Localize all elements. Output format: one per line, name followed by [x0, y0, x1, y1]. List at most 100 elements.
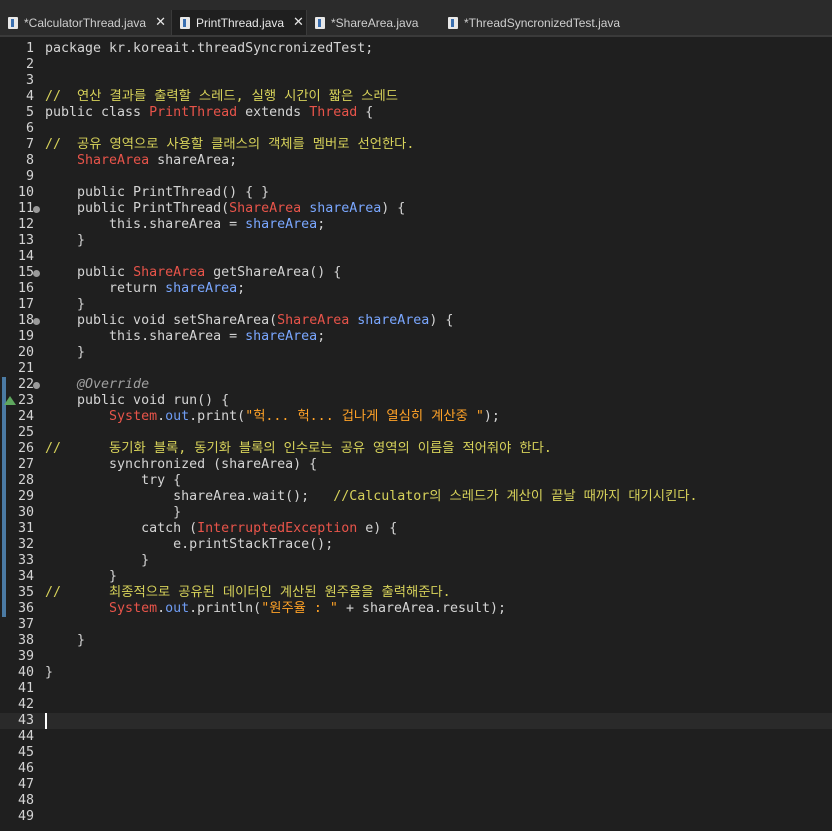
code-line-2: 2 [0, 57, 832, 73]
line-number: 39 [17, 649, 34, 664]
line-number: 47 [17, 777, 34, 792]
code-line-39: 39 [0, 649, 832, 665]
fold-toggle-icon[interactable] [33, 318, 40, 325]
tab-calculator-thread[interactable]: *CalculatorThread.java ✕ [0, 10, 171, 35]
java-file-icon [315, 16, 325, 29]
line-number: 42 [17, 697, 34, 712]
line-number: 31 [17, 521, 34, 536]
tab-label: *CalculatorThread.java [24, 15, 147, 30]
line-number: 15 [17, 265, 34, 280]
line-number: 33 [17, 553, 34, 568]
line-number: 11 [17, 201, 34, 216]
annotation: @Override [45, 377, 150, 392]
line-number: 27 [17, 457, 34, 472]
line-number: 38 [17, 633, 34, 648]
code-line-31: 31 catch (InterruptedException e) { [0, 521, 832, 537]
fold-toggle-icon[interactable] [33, 270, 40, 277]
code-line-18: 18 public void setShareArea(ShareArea sh… [0, 313, 832, 329]
code-line-34: 34 } [0, 569, 832, 585]
comment: // 연산 결과를 출력할 스레드, 실행 시간이 짧은 스레드 [45, 89, 398, 104]
code-line-22: 22 @Override [0, 377, 832, 393]
tab-thread-syncronized-test[interactable]: *ThreadSyncronizedTest.java [440, 10, 640, 35]
code-line-4: 4 // 연산 결과를 출력할 스레드, 실행 시간이 짧은 스레드 [0, 89, 832, 105]
close-icon[interactable]: ✕ [293, 15, 304, 30]
line-number: 41 [17, 681, 34, 696]
line-number: 6 [25, 121, 34, 136]
code-line-15: 15 public ShareArea getShareArea() { [0, 265, 832, 281]
code-line-14: 14 [0, 249, 832, 265]
line-number: 17 [17, 297, 34, 312]
close-icon[interactable]: ✕ [155, 15, 166, 30]
line-number: 35 [17, 585, 34, 600]
line-number: 45 [17, 745, 34, 760]
text-cursor [45, 713, 47, 729]
comment: // 동기화 블록, 동기화 블록의 인수로는 공유 영역의 이름을 적어줘야 … [45, 441, 552, 456]
code-line-26: 26 // 동기화 블록, 동기화 블록의 인수로는 공유 영역의 이름을 적어… [0, 441, 832, 457]
code-line-6: 6 [0, 121, 832, 137]
line-number: 32 [17, 537, 34, 552]
line-number: 16 [17, 281, 34, 296]
code-line-13: 13 } [0, 233, 832, 249]
code-line-47: 47 [0, 777, 832, 793]
code-line-29: 29 shareArea.wait(); //Calculator의 스레드가 … [0, 489, 832, 505]
code-line-48: 48 [0, 793, 832, 809]
code-line-12: 12 this.shareArea = shareArea; [0, 217, 832, 233]
line-number: 7 [25, 137, 34, 152]
tab-share-area[interactable]: *ShareArea.java [307, 10, 440, 35]
code-line-3: 3 [0, 73, 832, 89]
line-number: 34 [17, 569, 34, 584]
fold-toggle-icon[interactable] [33, 382, 40, 389]
comment: // 최종적으로 공유된 데이터인 계산된 원주율을 출력해준다. [45, 585, 451, 600]
java-file-icon [8, 16, 18, 29]
line-number: 13 [17, 233, 34, 248]
code-line-33: 33 } [0, 553, 832, 569]
java-file-icon [180, 16, 190, 29]
line-number: 12 [17, 217, 34, 232]
code-line-35: 35 // 최종적으로 공유된 데이터인 계산된 원주율을 출력해준다. [0, 585, 832, 601]
code-line-1: 1 package kr.koreait.threadSyncronizedTe… [0, 41, 832, 57]
code-line-11: 11 public PrintThread(ShareArea shareAre… [0, 201, 832, 217]
code-line-10: 10 public PrintThread() { } [0, 185, 832, 201]
code-line-30: 30 } [0, 505, 832, 521]
code-editor[interactable]: 1 package kr.koreait.threadSyncronizedTe… [0, 35, 832, 831]
java-file-icon [448, 16, 458, 29]
line-number: 5 [25, 105, 34, 120]
code-line-28: 28 try { [0, 473, 832, 489]
code-line-24: 24 System.out.print("헉... 헉... 겁나게 열심히 계… [0, 409, 832, 425]
editor-tab-bar: *CalculatorThread.java ✕ PrintThread.jav… [0, 0, 832, 35]
code-line-7: 7 // 공유 영역으로 사용할 클래스의 객체를 멤버로 선언한다. [0, 137, 832, 153]
line-number: 49 [17, 809, 34, 824]
line-number: 2 [25, 57, 34, 72]
line-number: 1 [25, 41, 34, 56]
tab-label: *ThreadSyncronizedTest.java [464, 15, 621, 30]
line-number: 19 [17, 329, 34, 344]
code-line-43-current[interactable]: 43 [0, 713, 832, 729]
line-number: 10 [17, 185, 34, 200]
line-number: 40 [17, 665, 34, 680]
line-number: 8 [25, 153, 34, 168]
line-number: 25 [17, 425, 34, 440]
code-line-25: 25 [0, 425, 832, 441]
code-line-49: 49 [0, 809, 832, 825]
line-number: 30 [17, 505, 34, 520]
line-number: 9 [25, 169, 34, 184]
code-line-44: 44 [0, 729, 832, 745]
fold-toggle-icon[interactable] [33, 206, 40, 213]
code-line-8: 8 ShareArea shareArea; [0, 153, 832, 169]
line-number: 43 [17, 713, 34, 728]
code-line-40: 40 } [0, 665, 832, 681]
line-number: 14 [17, 249, 34, 264]
line-number: 37 [17, 617, 34, 632]
line-number: 3 [25, 73, 34, 88]
tab-print-thread[interactable]: PrintThread.java ✕ [171, 10, 307, 35]
line-number: 4 [25, 89, 34, 104]
line-number: 22 [17, 377, 34, 392]
line-number: 48 [17, 793, 34, 808]
code-line-9: 9 [0, 169, 832, 185]
code-line-32: 32 e.printStackTrace(); [0, 537, 832, 553]
line-number: 18 [17, 313, 34, 328]
line-number: 26 [17, 441, 34, 456]
code-line-41: 41 [0, 681, 832, 697]
code-line-27: 27 synchronized (shareArea) { [0, 457, 832, 473]
line-number: 36 [17, 601, 34, 616]
